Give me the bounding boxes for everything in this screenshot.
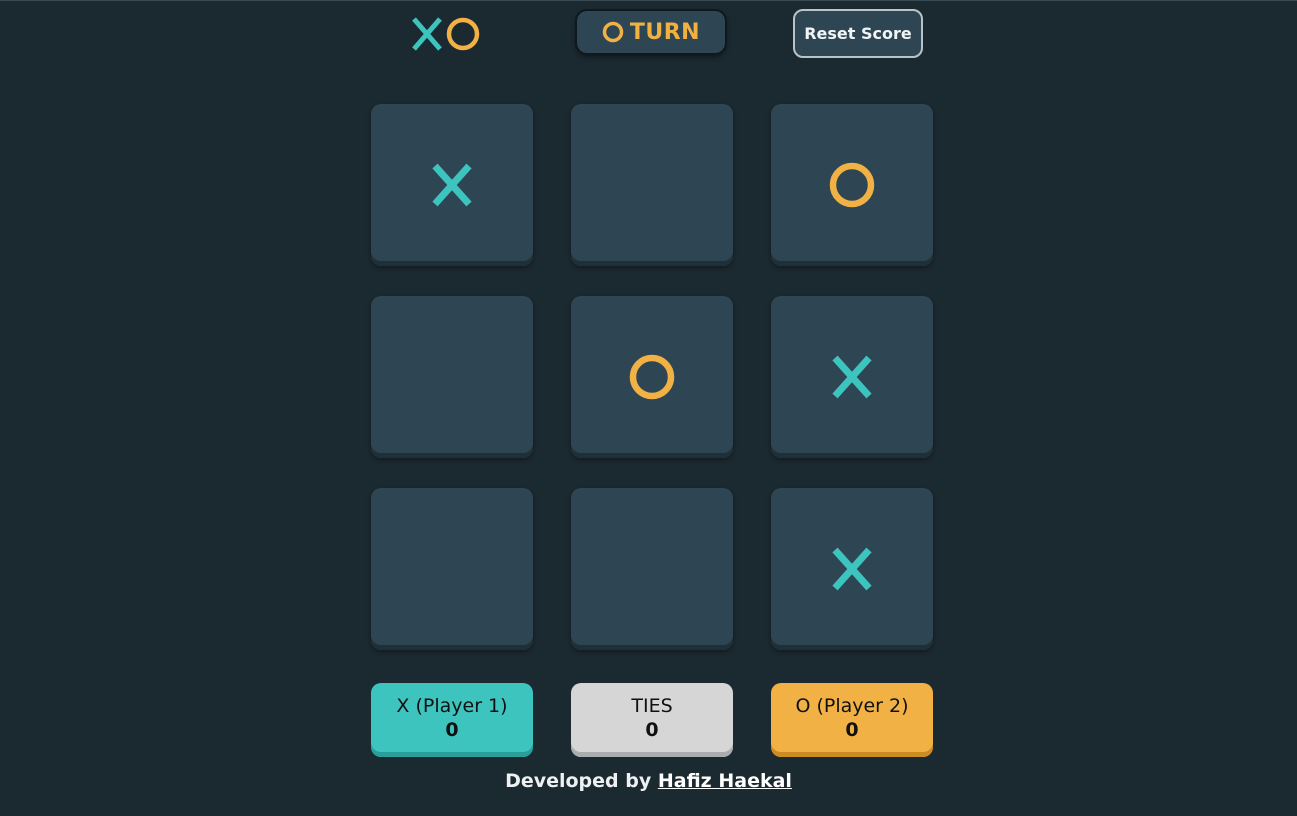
o-mark-icon xyxy=(829,162,875,208)
xo-logo xyxy=(412,17,480,51)
board-cell[interactable] xyxy=(771,296,933,458)
game-header: TURN Reset Score xyxy=(0,0,1297,70)
footer-prefix: Developed by xyxy=(505,770,652,792)
turn-label: TURN xyxy=(629,19,701,45)
author-link[interactable]: Hafiz Haekal xyxy=(658,770,792,792)
score-player1-label: X (Player 1) xyxy=(396,695,508,717)
x-mark-icon xyxy=(832,547,872,591)
score-ties-value: 0 xyxy=(645,719,659,741)
score-player2: O (Player 2) 0 xyxy=(771,683,933,757)
turn-indicator: TURN xyxy=(577,11,725,53)
x-mark-icon xyxy=(432,163,472,207)
board-cell[interactable] xyxy=(371,488,533,650)
o-icon xyxy=(602,21,624,43)
score-ties: TIES 0 xyxy=(571,683,733,757)
game-board xyxy=(371,104,933,650)
x-mark-icon xyxy=(832,355,872,399)
board-cell[interactable] xyxy=(571,104,733,266)
board-cell[interactable] xyxy=(571,296,733,458)
o-mark-icon xyxy=(629,354,675,400)
board-cell[interactable] xyxy=(771,488,933,650)
board-cell[interactable] xyxy=(771,104,933,266)
x-icon xyxy=(412,17,442,51)
board-cell[interactable] xyxy=(371,296,533,458)
score-player2-value: 0 xyxy=(845,719,859,741)
board-cell[interactable] xyxy=(371,104,533,266)
scoreboard: X (Player 1) 0 TIES 0 O (Player 2) 0 xyxy=(371,683,933,757)
o-icon xyxy=(446,17,480,51)
score-player1-value: 0 xyxy=(445,719,459,741)
reset-score-button[interactable]: Reset Score xyxy=(793,9,923,58)
score-player2-label: O (Player 2) xyxy=(795,695,909,717)
score-ties-label: TIES xyxy=(631,695,673,717)
footer: Developed by Hafiz Haekal xyxy=(0,770,1297,792)
score-player1: X (Player 1) 0 xyxy=(371,683,533,757)
board-cell[interactable] xyxy=(571,488,733,650)
